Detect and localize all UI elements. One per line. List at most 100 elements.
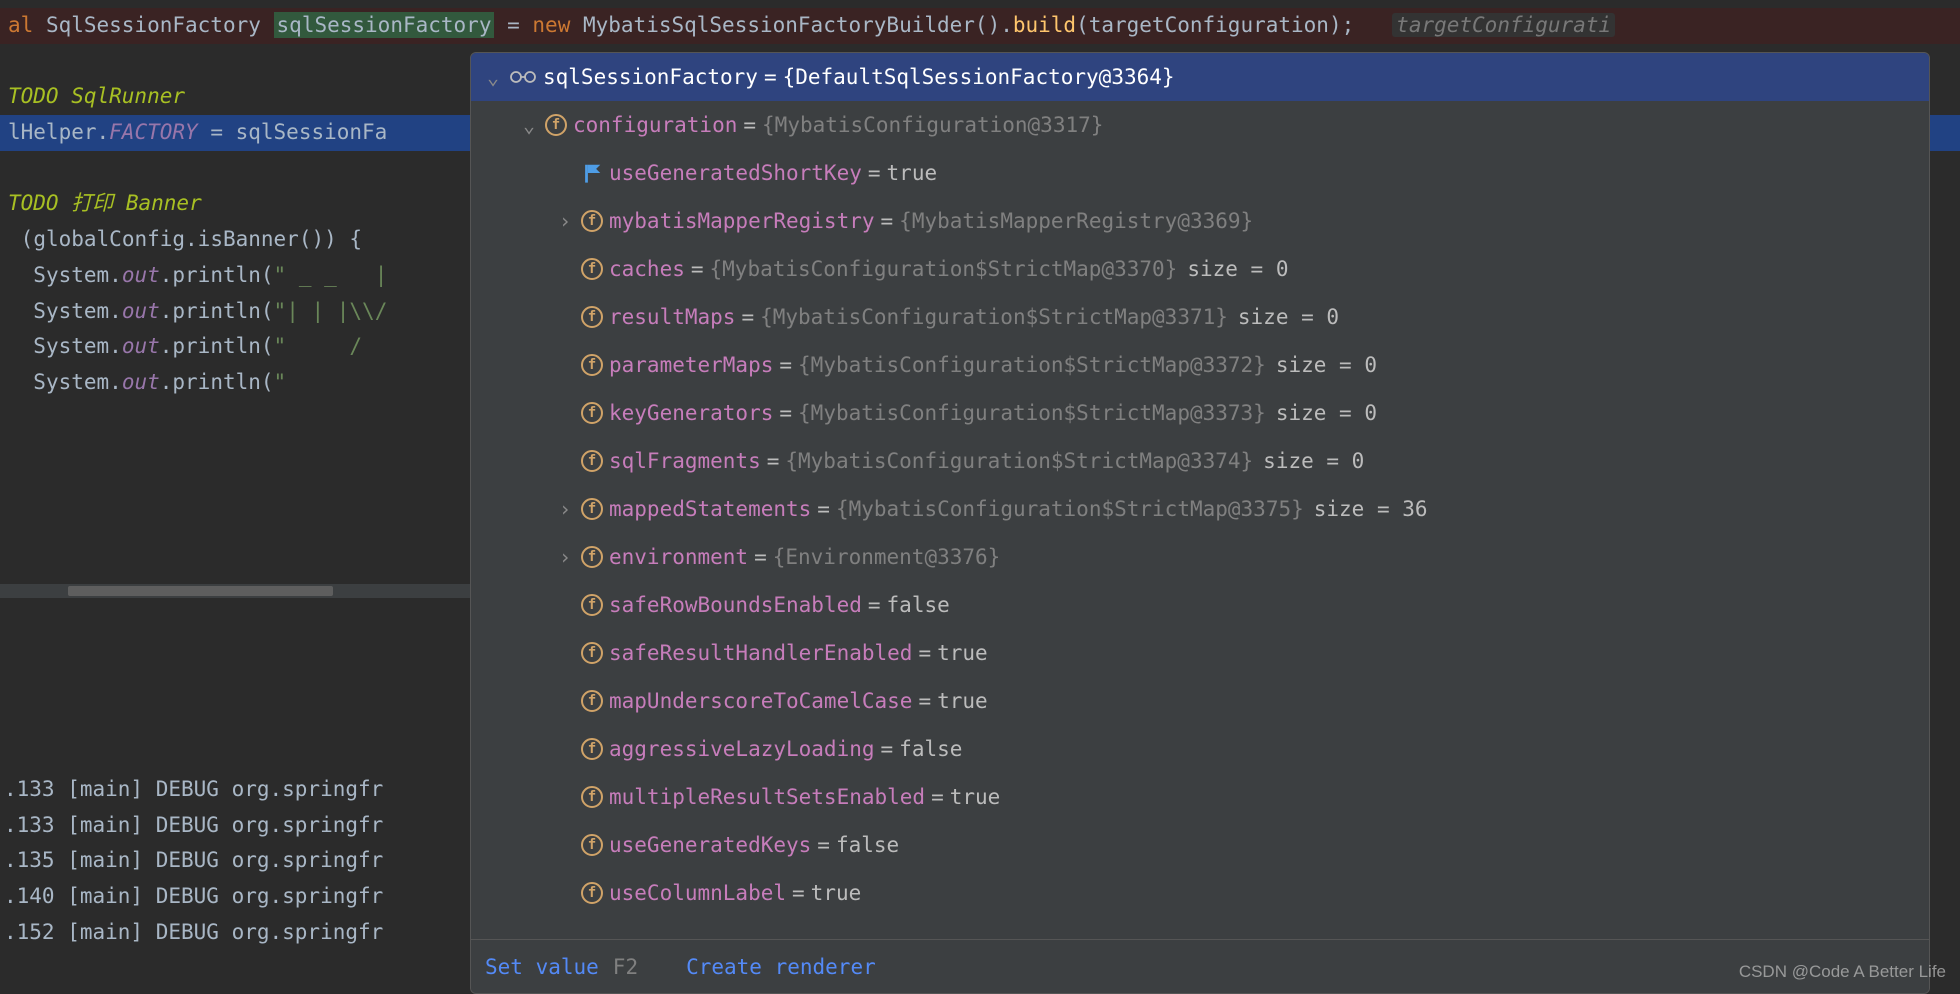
equals: = [881, 737, 894, 761]
tree-node-mappedstatements[interactable]: f mappedStatements = {MybatisConfigurati… [471, 485, 1929, 533]
field-icon: f [581, 210, 603, 232]
equals: = [741, 305, 754, 329]
var-value: true [937, 689, 988, 713]
variables-tree[interactable]: sqlSessionFactory = {DefaultSqlSessionFa… [471, 53, 1929, 939]
tree-node-usegeneratedkeys[interactable]: f useGeneratedKeys = false [471, 821, 1929, 869]
var-name: safeRowBoundsEnabled [609, 593, 862, 617]
var-value: true [811, 881, 862, 905]
chevron-down-icon[interactable] [519, 113, 539, 137]
var-value: false [887, 593, 950, 617]
console-output[interactable]: .133 [main] DEBUG org.springfr .133 [mai… [0, 768, 470, 994]
tree-node-caches[interactable]: f caches = {MybatisConfiguration$StrictM… [471, 245, 1929, 293]
tree-node-mapunderscoretocamelcase[interactable]: f mapUnderscoreToCamelCase = true [471, 677, 1929, 725]
chevron-right-icon[interactable] [555, 497, 575, 521]
var-extra: size = 36 [1314, 497, 1428, 521]
field-icon: f [581, 354, 603, 376]
console-line: .133 [main] DEBUG org.springfr [0, 772, 470, 808]
paren: ( [21, 227, 34, 251]
var-ref: {MybatisConfiguration$StrictMap@3375} [836, 497, 1304, 521]
equals: = [792, 881, 805, 905]
var-name: mappedStatements [609, 497, 811, 521]
chevron-down-icon[interactable] [483, 65, 503, 89]
suffix: .isBanner()) { [185, 227, 362, 251]
operator: = [494, 13, 532, 37]
tree-node-keygenerators[interactable]: f keyGenerators = {MybatisConfiguration$… [471, 389, 1929, 437]
equals: = [881, 209, 894, 233]
var-name: resultMaps [609, 305, 735, 329]
tree-node-resultmaps[interactable]: f resultMaps = {MybatisConfiguration$Str… [471, 293, 1929, 341]
var-extra: size = 0 [1276, 401, 1377, 425]
type-name: SqlSessionFactory [46, 13, 261, 37]
var-ref: {MybatisConfiguration$StrictMap@3370} [710, 257, 1178, 281]
var-name: aggressiveLazyLoading [609, 737, 875, 761]
string-lit: "| | |\\/ [274, 299, 388, 323]
var-name: safeResultHandlerEnabled [609, 641, 912, 665]
console-line: .152 [main] DEBUG org.springfr [0, 915, 470, 951]
var-extra: size = 0 [1238, 305, 1339, 329]
equals: = [764, 65, 777, 89]
out-field: out [122, 263, 160, 287]
var-name: sqlFragments [609, 449, 761, 473]
field-icon: f [581, 738, 603, 760]
var-name: configuration [573, 113, 737, 137]
console-line: .133 [main] DEBUG org.springfr [0, 808, 470, 844]
equals: = [779, 353, 792, 377]
field-icon: f [581, 690, 603, 712]
field-icon: f [545, 114, 567, 136]
equals: = [691, 257, 704, 281]
var-value: true [950, 785, 1001, 809]
var-name: multipleResultSetsEnabled [609, 785, 925, 809]
tree-node-saferesulthandlerenabled[interactable]: f safeResultHandlerEnabled = true [471, 629, 1929, 677]
out-field: out [122, 334, 160, 358]
chevron-right-icon[interactable] [555, 545, 575, 569]
keyword-modifier: al [8, 13, 46, 37]
tree-node-root[interactable]: sqlSessionFactory = {DefaultSqlSessionFa… [471, 53, 1929, 101]
var-extra: size = 0 [1187, 257, 1288, 281]
tree-node-usecolumnlabel[interactable]: f useColumnLabel = true [471, 869, 1929, 917]
equals: = [918, 641, 931, 665]
tree-node-parametermaps[interactable]: f parameterMaps = {MybatisConfiguration$… [471, 341, 1929, 389]
var-ref: {MybatisConfiguration$StrictMap@3371} [760, 305, 1228, 329]
var-value: true [937, 641, 988, 665]
out-field: out [122, 370, 160, 394]
tree-node-environment[interactable]: f environment = {Environment@3376} [471, 533, 1929, 581]
var-name: globalConfig [33, 227, 185, 251]
tree-node-multipleresultsetsenabled[interactable]: f multipleResultSetsEnabled = true [471, 773, 1929, 821]
tree-node-usegeneratedshortkey[interactable]: useGeneratedShortKey = true [471, 149, 1929, 197]
tree-node-aggressivelazyloading[interactable]: f aggressiveLazyLoading = false [471, 725, 1929, 773]
create-renderer-link[interactable]: Create renderer [686, 955, 876, 979]
scrollbar-thumb[interactable] [68, 586, 333, 596]
equals: = [817, 497, 830, 521]
equals: = [754, 545, 767, 569]
comment-todo: TODO SqlRunner [8, 84, 185, 108]
shortcut-key: F2 [613, 955, 638, 979]
sys: System. [33, 263, 122, 287]
tree-node-mybatismapperregistry[interactable]: f mybatisMapperRegistry = {MybatisMapper… [471, 197, 1929, 245]
debug-variables-popup[interactable]: sqlSessionFactory = {DefaultSqlSessionFa… [470, 52, 1930, 994]
var-extra: size = 0 [1263, 449, 1364, 473]
equals: = [918, 689, 931, 713]
var-name: mapUnderscoreToCamelCase [609, 689, 912, 713]
glasses-icon [509, 67, 537, 87]
code-line-1[interactable]: al SqlSessionFactory sqlSessionFactory =… [0, 8, 1960, 44]
var-ref: {MybatisConfiguration$StrictMap@3372} [798, 353, 1266, 377]
horizontal-scrollbar[interactable] [0, 584, 470, 598]
sys: System. [33, 334, 122, 358]
out-field: out [122, 299, 160, 323]
var-ref: {MybatisConfiguration$StrictMap@3373} [798, 401, 1266, 425]
var-name: parameterMaps [609, 353, 773, 377]
call: .println( [160, 263, 274, 287]
var-extra: size = 0 [1276, 353, 1377, 377]
sys: System. [33, 299, 122, 323]
var-name: caches [609, 257, 685, 281]
string-lit: " [274, 370, 287, 394]
set-value-link[interactable]: Set value [485, 955, 599, 979]
popup-footer: Set value F2 Create renderer [471, 939, 1929, 993]
tree-node-saferowboundsenabled[interactable]: f safeRowBoundsEnabled = false [471, 581, 1929, 629]
var-name: mybatisMapperRegistry [609, 209, 875, 233]
tree-node-sqlfragments[interactable]: f sqlFragments = {MybatisConfiguration$S… [471, 437, 1929, 485]
var-value: {DefaultSqlSessionFactory@3364} [783, 65, 1175, 89]
tree-node-configuration[interactable]: f configuration = {MybatisConfiguration@… [471, 101, 1929, 149]
chevron-right-icon[interactable] [555, 209, 575, 233]
field-icon: f [581, 786, 603, 808]
